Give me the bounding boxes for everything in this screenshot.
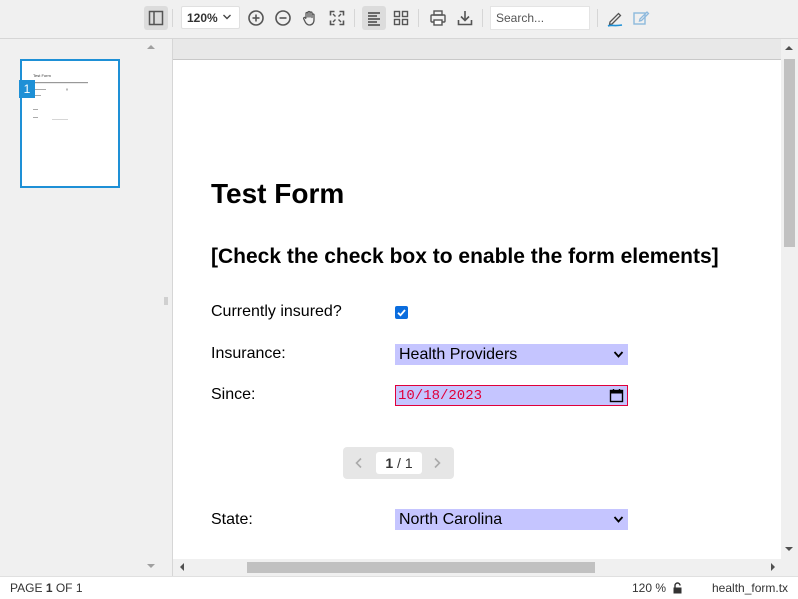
fit-page-button[interactable]: [325, 6, 349, 30]
since-date-input[interactable]: 10/18/2023: [395, 385, 628, 406]
zoom-select[interactable]: 120%: [181, 6, 240, 29]
vertical-scrollbar[interactable]: [781, 39, 798, 559]
download-button[interactable]: [453, 6, 477, 30]
chevron-down-icon: [613, 516, 624, 523]
fit-page-icon: [329, 10, 345, 26]
toolbar-divider: [418, 9, 419, 27]
zoom-out-icon: [275, 10, 291, 26]
download-icon: [457, 11, 473, 26]
checkmark-icon: [397, 309, 406, 317]
thumbnail-grid-button[interactable]: [389, 6, 413, 30]
state-select[interactable]: North Carolina: [395, 509, 628, 530]
status-zoom: 120 %: [632, 581, 683, 595]
scroll-up-arrow-icon: [147, 45, 155, 49]
page-number-box[interactable]: 1 / 1: [376, 452, 422, 474]
toolbar-divider: [482, 9, 483, 27]
thumbnail-sidebar: Test Form 1: [0, 39, 160, 576]
scroll-left-arrow-icon[interactable]: [179, 563, 185, 571]
annotate-pen-icon: [607, 12, 623, 27]
vertical-scroll-thumb[interactable]: [784, 59, 795, 247]
pager-separator: /: [397, 455, 401, 471]
status-page-indicator: PAGE 1 OF 1: [10, 581, 83, 595]
status-filename: health_form.tx: [712, 581, 789, 595]
print-button[interactable]: [426, 6, 450, 30]
scroll-up-arrow-icon[interactable]: [785, 45, 793, 51]
sidebar-toggle-button[interactable]: [144, 6, 168, 30]
zoom-out-button[interactable]: [271, 6, 295, 30]
scroll-down-arrow-icon: [147, 564, 155, 568]
insurance-label: Insurance:: [211, 345, 286, 362]
status-page-total: 1: [75, 581, 83, 595]
pager-total-pages: 1: [404, 455, 413, 471]
toolbar-divider: [354, 9, 355, 27]
single-page-icon: [368, 12, 380, 26]
sidebar-scrollbar[interactable]: [144, 39, 158, 576]
search-input[interactable]: [490, 6, 590, 30]
thumbnail-title: Test Form: [33, 73, 51, 78]
calendar-icon[interactable]: [609, 388, 624, 403]
pan-tool-button[interactable]: [298, 6, 322, 30]
insured-checkbox[interactable]: [395, 306, 408, 319]
horizontal-scrollbar[interactable]: [173, 559, 798, 576]
thumbnail-page-number: 1: [19, 80, 35, 98]
sidebar-toggle-icon: [148, 10, 164, 26]
status-page-of: OF: [55, 581, 73, 595]
toolbar: 120%: [0, 0, 798, 39]
status-page-prefix: PAGE: [10, 581, 43, 595]
sidebar-resize-handle[interactable]: [160, 39, 173, 576]
zoom-value: 120%: [187, 10, 218, 25]
status-page-current: 1: [45, 581, 53, 595]
state-label: State:: [211, 511, 253, 528]
scroll-down-arrow-icon[interactable]: [785, 546, 793, 552]
zoom-in-button[interactable]: [244, 6, 268, 30]
toolbar-divider: [597, 9, 598, 27]
chevron-right-icon: [434, 457, 441, 469]
pan-hand-icon: [302, 10, 315, 26]
previous-page-button[interactable]: [351, 455, 367, 471]
state-select-value: North Carolina: [399, 510, 503, 528]
lock-icon[interactable]: [672, 582, 683, 594]
edit-form-button[interactable]: [629, 6, 653, 30]
chevron-down-icon: [613, 351, 624, 358]
pager-current-page: 1: [385, 455, 394, 471]
thumbnail-grid-icon: [393, 10, 409, 26]
single-page-view-button[interactable]: [362, 6, 386, 30]
insurance-select[interactable]: Health Providers: [395, 344, 628, 365]
insurance-select-value: Health Providers: [399, 345, 518, 363]
chevron-left-icon: [355, 457, 362, 469]
form-title: Test Form: [211, 178, 345, 209]
toolbar-divider: [172, 9, 173, 27]
page-thumbnail[interactable]: Test Form: [20, 59, 120, 188]
document-viewer: Test Form [Check the check box to enable…: [173, 39, 781, 559]
status-zoom-value: 120 %: [632, 581, 667, 595]
zoom-in-icon: [248, 10, 264, 26]
next-page-button[interactable]: [429, 455, 445, 471]
edit-form-icon: [633, 11, 650, 25]
since-label: Since:: [211, 386, 256, 403]
print-icon: [430, 10, 446, 26]
grip-handle-icon: [164, 297, 168, 305]
insured-label: Currently insured?: [211, 303, 342, 320]
scroll-right-arrow-icon[interactable]: [770, 563, 776, 571]
page-thumbnail-preview: Test Form: [33, 73, 88, 120]
chevron-down-icon: [223, 14, 231, 20]
form-subtitle: [Check the check box to enable the form …: [211, 245, 719, 268]
page-navigator: 1 / 1: [343, 447, 454, 479]
status-bar: PAGE 1 OF 1 120 % health_form.tx: [0, 576, 798, 599]
since-date-value: 10/18/2023: [398, 387, 483, 404]
document-page: Test Form [Check the check box to enable…: [173, 59, 781, 559]
horizontal-scroll-thumb[interactable]: [247, 562, 595, 573]
annotate-button[interactable]: [603, 6, 627, 30]
